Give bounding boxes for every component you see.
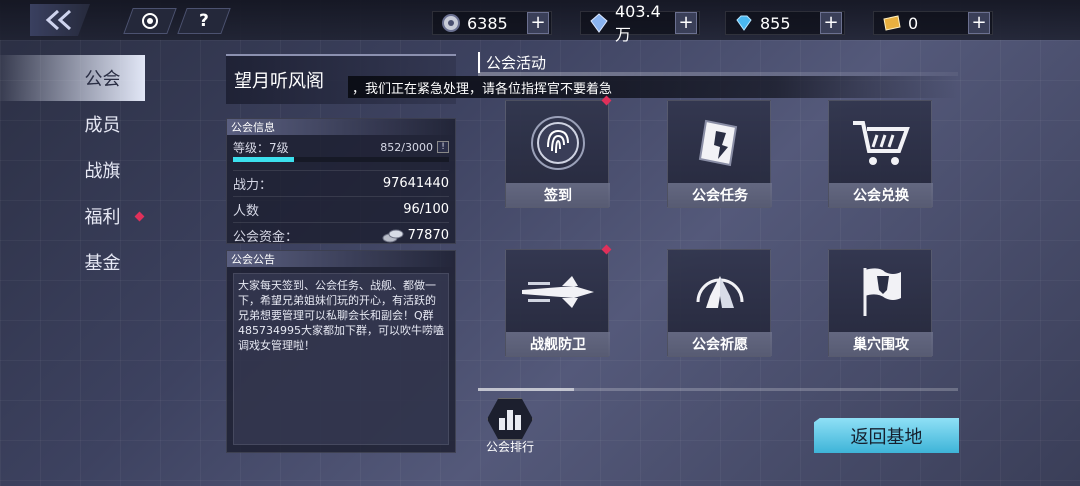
add-crystal-button[interactable]: + [675,12,697,34]
sidebar-item-label: 成员 [84,115,121,136]
resource-power-value: 6385 [467,13,508,33]
guild-info-panel: 公会信息 等级：7级 852/3000 ! 战力： 97641440 人数 96… [226,118,456,245]
guild-members-label: 人数 [233,204,260,219]
exclamation-icon[interactable]: ! [437,141,449,153]
double-chevron-left-icon [45,9,72,31]
power-core-icon [439,12,463,34]
crystal-icon [587,12,611,34]
checkin-tile[interactable]: 签到 [505,95,612,208]
guild-funds-value: 77870 [407,228,449,243]
guild-funds: 77870 [382,228,449,244]
tile-label: 战舰防卫 [506,332,610,356]
guild-exchange-tile[interactable]: 公会兑换 [828,100,933,208]
praying-hands-icon [668,254,772,330]
guild-power-label: 战力： [233,178,273,193]
guild-members-value: 96/100 [403,202,449,217]
sidebar-item-label: 福利 [84,207,121,228]
guild-level: 等级：7级 [233,140,289,155]
guild-members-row: 人数 96/100 [227,197,455,222]
guild-notice-text: 大家每天签到、公会任务、战舰、都做一下，希望兄弟姐妹们玩的开心，有活跃的兄弟想要… [233,273,449,445]
resource-power: 6385 + [432,11,552,35]
help-button[interactable]: ? [177,8,231,34]
guild-prayer-tile[interactable]: 公会祈愿 [667,249,772,357]
resource-diamond-value: 855 [760,13,791,33]
activities-title: 公会活动 [478,52,546,73]
return-base-button[interactable]: 返回基地 [814,418,959,453]
add-diamond-button[interactable]: + [820,12,842,34]
top-bar: ? 6385 + 403.4万 + 855 + 0 + [0,0,1080,44]
exp-progress-bar [233,157,449,162]
task-scroll-icon [668,105,772,181]
guild-level-row: 等级：7级 852/3000 ! [227,139,455,155]
settings-button[interactable] [123,8,177,34]
add-ticket-button[interactable]: + [968,12,990,34]
activities-scrollbar[interactable] [478,388,958,391]
coins-icon [382,228,404,244]
resource-crystal-value: 403.4万 [615,1,661,44]
exp-progress-fill [233,157,295,162]
resource-ticket-value: 0 [908,13,919,33]
help-icon: ? [199,11,209,31]
sidebar-item-fund[interactable]: 基金 [0,239,145,285]
add-power-button[interactable]: + [527,12,549,34]
diamond-icon [732,12,756,34]
tile-label: 公会任务 [668,183,772,207]
sidebar: 公会 成员 战旗 福利 基金 [0,55,145,285]
guild-exp: 852/3000 [380,140,433,154]
guild-rank-button[interactable]: 公会排行 [480,398,540,458]
sidebar-item-guild[interactable]: 公会 [0,55,145,101]
tile-label: 巢穴围攻 [829,332,933,356]
sidebar-item-label: 公会 [84,69,121,90]
tile-label: 公会兑换 [829,183,933,207]
guild-rank-label: 公会排行 [485,440,534,454]
activities-divider [478,72,958,76]
guild-info-header: 公会信息 [227,119,455,135]
guild-notice-header: 公会公告 [227,251,455,267]
fingerprint-icon [506,105,610,181]
sidebar-item-members[interactable]: 成员 [0,101,145,147]
sidebar-item-banner[interactable]: 战旗 [0,147,145,193]
battleship-defense-tile[interactable]: 战舰防卫 [505,244,612,357]
back-button[interactable] [30,4,90,36]
resource-crystal: 403.4万 + [580,2,700,44]
flag-icon [829,254,933,330]
guild-notice-panel: 公会公告 大家每天签到、公会任务、战舰、都做一下，希望兄弟姐妹们玩的开心，有活跃… [226,250,456,453]
sidebar-item-label: 战旗 [84,161,121,182]
nest-siege-tile[interactable]: 巢穴围攻 [828,249,933,357]
tile-label: 签到 [506,183,610,207]
ticket-icon [880,12,904,34]
guild-funds-label: 公会资金： [233,230,299,245]
scrolling-notice: ，我们正在紧急处理，请各位指挥官不要着急 [348,76,958,98]
guild-power-value: 97641440 [382,176,449,191]
shopping-cart-icon [829,105,933,181]
tile-label: 公会祈愿 [668,332,772,356]
resource-diamond: 855 + [725,11,845,35]
guild-task-tile[interactable]: 公会任务 [667,100,772,208]
target-icon [141,12,159,30]
sidebar-item-welfare[interactable]: 福利 [0,193,145,239]
resource-ticket: 0 + [873,11,993,35]
battleship-icon [506,254,610,330]
guild-funds-row: 公会资金： 77870 [227,223,455,248]
alert-dot [601,244,612,255]
ranking-icon [487,398,533,440]
sidebar-item-label: 基金 [84,253,121,274]
guild-power-row: 战力： 97641440 [227,171,455,196]
